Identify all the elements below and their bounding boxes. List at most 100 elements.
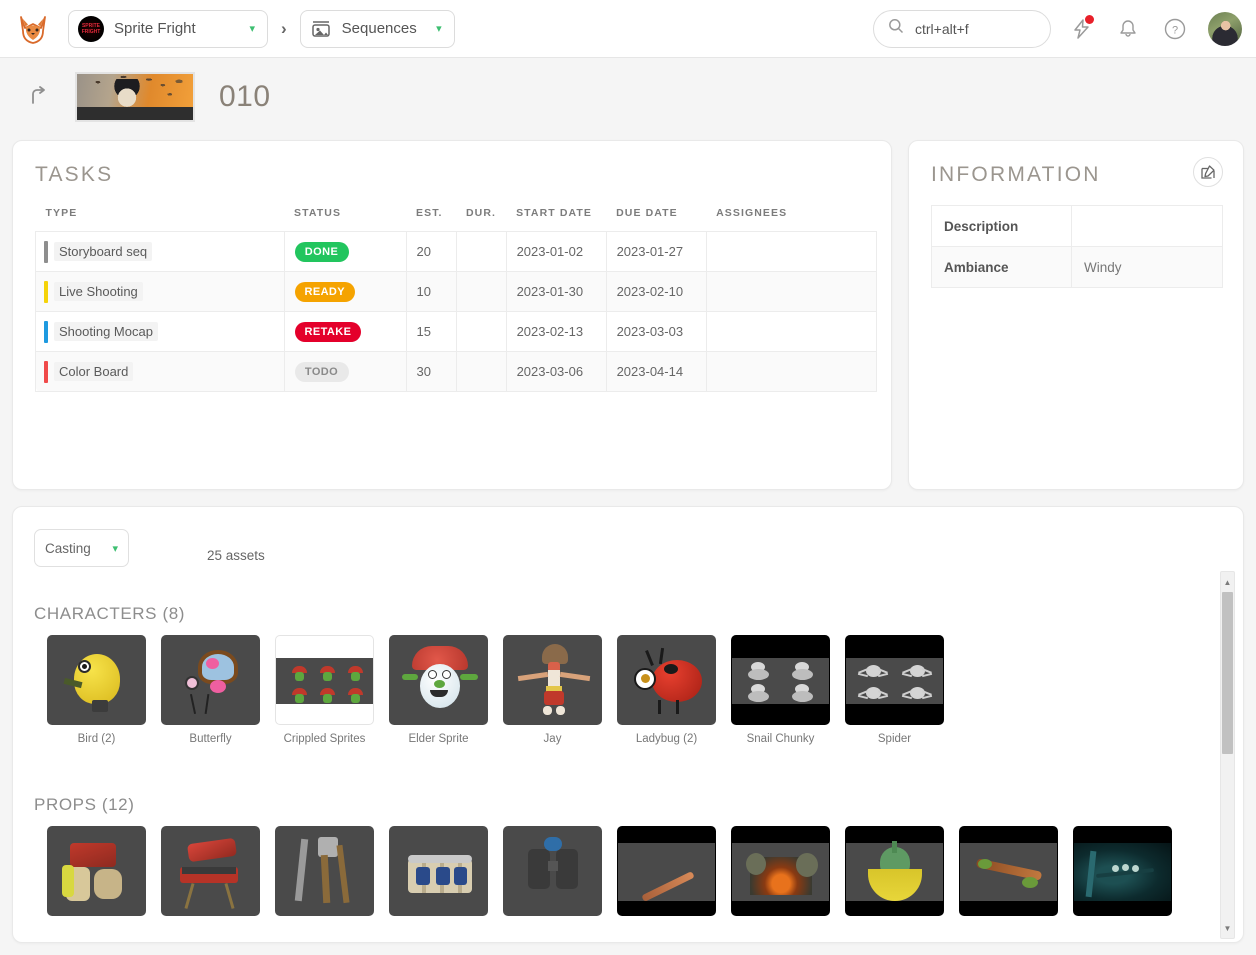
back-arrow-icon[interactable] <box>27 85 51 109</box>
column-header-status[interactable]: STATUS <box>284 203 406 232</box>
scrollbar-thumb[interactable] <box>1222 592 1233 754</box>
task-start-date-cell[interactable]: 2023-01-30 <box>505 271 607 312</box>
task-assignees-cell[interactable] <box>705 311 878 352</box>
task-type-cell[interactable]: Storyboard seq <box>35 231 285 272</box>
sequence-preview-thumbnail[interactable] <box>75 72 195 122</box>
asset-card[interactable] <box>389 826 488 924</box>
asset-thumbnail[interactable] <box>731 826 830 916</box>
task-type-cell[interactable]: Color Board <box>35 351 285 392</box>
task-status-cell[interactable]: READY <box>283 271 407 312</box>
asset-thumbnail[interactable] <box>161 826 260 916</box>
asset-thumbnail[interactable] <box>845 826 944 916</box>
asset-thumbnail[interactable] <box>47 826 146 916</box>
bolt-icon[interactable] <box>1064 12 1098 46</box>
search-box[interactable] <box>873 9 1051 48</box>
task-row[interactable]: Live Shooting READY 10 2023-01-30 2023-02-10 <box>35 271 878 312</box>
asset-card[interactable] <box>959 826 1058 924</box>
bell-icon[interactable] <box>1111 12 1145 46</box>
task-type-cell[interactable]: Shooting Mocap <box>35 311 285 352</box>
asset-thumbnail[interactable] <box>731 635 830 725</box>
asset-thumbnail[interactable] <box>47 635 146 725</box>
task-start-date-cell[interactable]: 2023-02-13 <box>505 311 607 352</box>
task-type-color-bar <box>44 361 48 383</box>
task-estimation-cell[interactable]: 20 <box>405 231 457 272</box>
task-duration-cell[interactable] <box>455 231 507 272</box>
column-header-due-date[interactable]: DUE DATE <box>606 203 706 232</box>
top-navigation-bar: Sprite Fright ▾ › Sequences ▾ <box>0 0 1256 58</box>
asset-card[interactable]: Snail Chunky <box>731 635 830 745</box>
column-header-dur[interactable]: DUR. <box>456 203 506 232</box>
asset-thumbnail[interactable] <box>161 635 260 725</box>
task-row[interactable]: Shooting Mocap RETAKE 15 2023-02-13 2023-03-… <box>35 311 878 352</box>
asset-thumbnail[interactable] <box>275 635 374 725</box>
search-input[interactable] <box>913 19 1033 38</box>
asset-card[interactable]: Bird (2) <box>47 635 146 745</box>
task-status-cell[interactable]: DONE <box>283 231 407 272</box>
task-due-date-cell[interactable]: 2023-01-27 <box>605 231 707 272</box>
task-estimation-cell[interactable]: 15 <box>405 311 457 352</box>
edit-pencil-icon[interactable] <box>1193 157 1223 187</box>
asset-card[interactable] <box>845 826 944 924</box>
task-assignees-cell[interactable] <box>705 231 878 272</box>
task-type-color-bar <box>44 241 48 263</box>
task-row[interactable]: Storyboard seq DONE 20 2023-01-02 2023-01-27 <box>35 231 878 272</box>
asset-thumbnail[interactable] <box>617 635 716 725</box>
task-type-cell[interactable]: Live Shooting <box>35 271 285 312</box>
task-assignees-cell[interactable] <box>705 271 878 312</box>
task-status-cell[interactable]: RETAKE <box>283 311 407 352</box>
task-assignees-cell[interactable] <box>705 351 878 392</box>
task-start-date-cell[interactable]: 2023-03-06 <box>505 351 607 392</box>
column-header-assignees[interactable]: ASSIGNEES <box>706 203 876 232</box>
asset-card[interactable] <box>731 826 830 924</box>
asset-thumbnail[interactable] <box>617 826 716 916</box>
asset-thumbnail[interactable] <box>503 635 602 725</box>
task-estimation-cell[interactable]: 30 <box>405 351 457 392</box>
casting-filter-select[interactable]: Casting ▾ <box>34 529 129 567</box>
scroll-up-arrow-icon[interactable]: ▲ <box>1221 574 1234 590</box>
column-header-est[interactable]: EST. <box>406 203 456 232</box>
scroll-down-arrow-icon[interactable]: ▼ <box>1221 920 1234 936</box>
asset-card[interactable]: Butterfly <box>161 635 260 745</box>
asset-thumbnail[interactable] <box>389 826 488 916</box>
column-header-type[interactable]: TYPE <box>36 203 285 232</box>
asset-card[interactable]: Spider <box>845 635 944 745</box>
task-duration-cell[interactable] <box>455 271 507 312</box>
asset-thumbnail[interactable] <box>845 635 944 725</box>
asset-thumbnail[interactable] <box>275 826 374 916</box>
asset-card[interactable] <box>503 826 602 924</box>
task-status-cell[interactable]: TODO <box>283 351 407 392</box>
search-icon <box>888 18 904 39</box>
asset-thumbnail[interactable] <box>389 635 488 725</box>
asset-thumbnail[interactable] <box>1073 826 1172 916</box>
help-circle-icon[interactable]: ? <box>1158 12 1192 46</box>
asset-card[interactable] <box>275 826 374 924</box>
asset-card[interactable]: Crippled Sprites <box>275 635 374 745</box>
asset-card[interactable] <box>617 826 716 924</box>
task-due-date-cell[interactable]: 2023-04-14 <box>605 351 707 392</box>
asset-card[interactable] <box>161 826 260 924</box>
svg-text:?: ? <box>1172 24 1178 36</box>
task-start-date-cell[interactable]: 2023-01-02 <box>505 231 607 272</box>
task-row[interactable]: Color Board TODO 30 2023-03-06 2023-04-14 <box>35 351 878 392</box>
asset-card[interactable] <box>47 826 146 924</box>
task-due-date-cell[interactable]: 2023-02-10 <box>605 271 707 312</box>
notification-badge <box>1085 14 1094 24</box>
asset-card[interactable]: Elder Sprite <box>389 635 488 745</box>
task-duration-cell[interactable] <box>455 351 507 392</box>
project-selector[interactable]: Sprite Fright ▾ <box>68 9 268 48</box>
fox-logo-icon[interactable] <box>14 10 52 48</box>
asset-card[interactable]: Ladybug (2) <box>617 635 716 745</box>
asset-card[interactable] <box>1073 826 1172 924</box>
asset-card[interactable]: Jay <box>503 635 602 745</box>
user-avatar[interactable] <box>1208 11 1242 46</box>
asset-thumbnail[interactable] <box>503 826 602 916</box>
task-estimation-cell[interactable]: 10 <box>405 271 457 312</box>
task-type-label: Color Board <box>54 362 134 381</box>
tasks-heading: TASKS <box>35 163 114 186</box>
asset-thumbnail[interactable] <box>959 826 1058 916</box>
task-due-date-cell[interactable]: 2023-03-03 <box>605 311 707 352</box>
section-selector[interactable]: Sequences ▾ <box>299 9 455 48</box>
column-header-start-date[interactable]: START DATE <box>506 203 606 232</box>
task-duration-cell[interactable] <box>455 311 507 352</box>
casting-vertical-scrollbar[interactable]: ▲ ▼ <box>1220 571 1235 939</box>
